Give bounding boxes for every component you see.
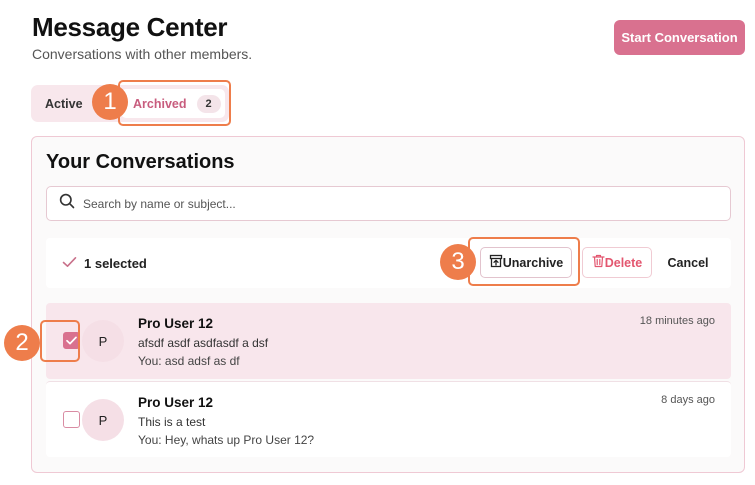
panel-title: Your Conversations <box>46 151 235 173</box>
selection-toolbar: 1 selected Unarchive Delete Cancel <box>46 238 731 288</box>
conversation-subject: afsdf asdf asdfasdf a dsf <box>138 336 269 350</box>
page-title: Message Center <box>32 12 228 42</box>
selected-count: 1 selected <box>84 256 147 271</box>
start-conversation-button[interactable]: Start Conversation <box>614 20 745 55</box>
conversation-row[interactable]: P Pro User 12 afsdf asdf asdfasdf a dsf … <box>46 303 731 379</box>
annotation-badge-1: 1 <box>92 84 128 120</box>
conversations-panel: Your Conversations 1 selected Unarchive … <box>31 136 745 473</box>
search-icon <box>59 193 75 214</box>
cancel-button[interactable]: Cancel <box>660 247 716 278</box>
conversation-checkbox[interactable] <box>63 411 80 428</box>
delete-button[interactable]: Delete <box>582 247 652 278</box>
page-subtitle: Conversations with other members. <box>32 46 253 62</box>
tab-active[interactable]: Active <box>45 85 83 122</box>
callout-box-checkbox <box>40 320 80 362</box>
trash-icon <box>592 254 605 271</box>
conversation-name: Pro User 12 <box>138 316 214 331</box>
search-box <box>46 186 731 221</box>
checkmark-icon <box>62 255 77 273</box>
conversation-preview: You: asd adsf as df <box>138 354 240 368</box>
avatar: P <box>82 399 124 441</box>
conversation-row[interactable]: P Pro User 12 This is a test You: Hey, w… <box>46 381 731 457</box>
avatar: P <box>82 320 124 362</box>
conversation-name: Pro User 12 <box>138 395 214 410</box>
callout-box-archived-tab <box>118 80 231 126</box>
annotation-badge-3: 3 <box>440 244 476 280</box>
search-input[interactable] <box>83 196 683 211</box>
callout-box-unarchive <box>468 237 580 286</box>
conversation-preview: You: Hey, whats up Pro User 12? <box>138 433 315 447</box>
delete-label: Delete <box>604 255 643 270</box>
annotation-badge-2: 2 <box>4 325 40 361</box>
conversation-subject: This is a test <box>138 415 206 429</box>
conversation-time: 8 days ago <box>661 394 715 406</box>
conversation-time: 18 minutes ago <box>639 315 715 327</box>
